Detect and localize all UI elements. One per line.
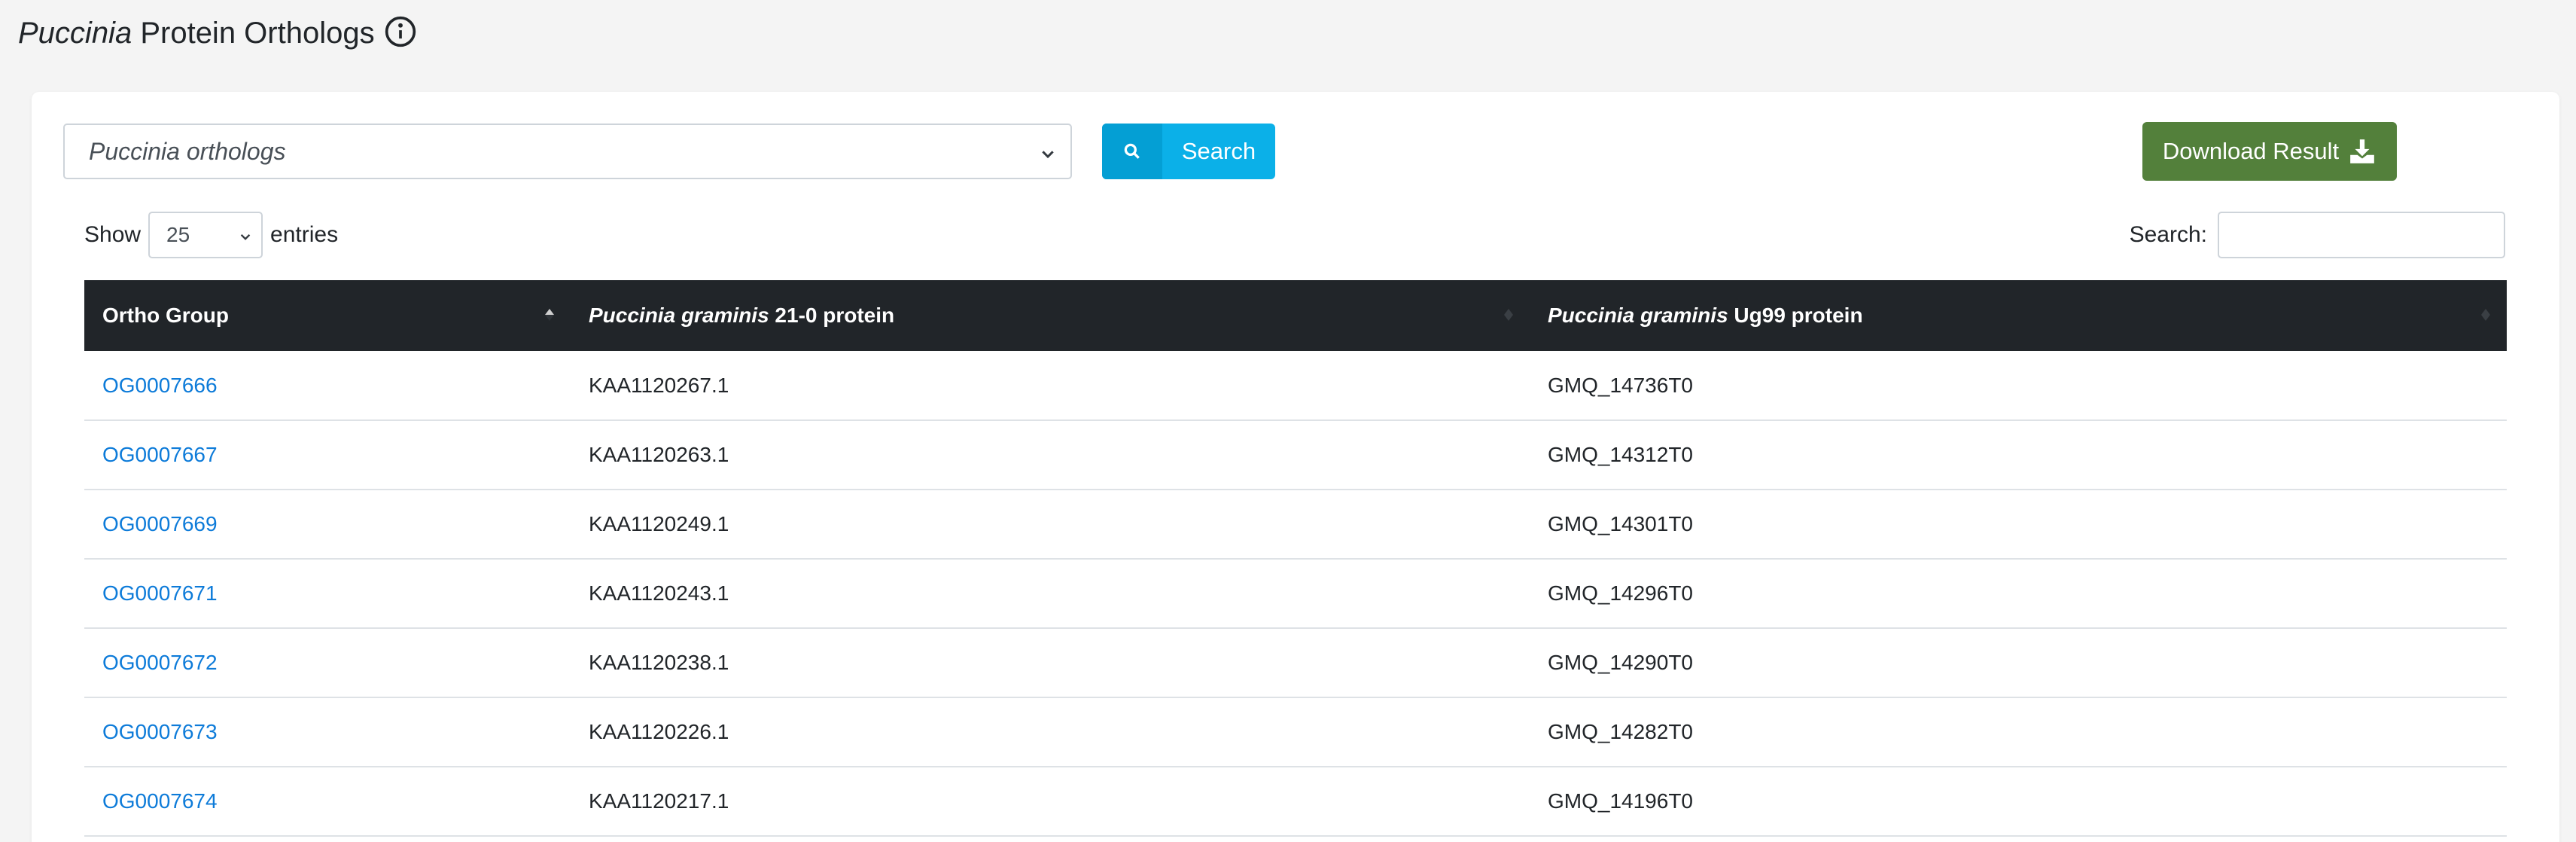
chevron-down-icon bbox=[240, 233, 251, 240]
search-button[interactable]: Search bbox=[1102, 124, 1275, 179]
protein-21-0-cell: KAA1120238.1 bbox=[589, 651, 729, 674]
protein-ug99-cell: GMQ_14301T0 bbox=[1548, 512, 1693, 535]
sort-icon bbox=[2481, 309, 2490, 321]
ortho-group-link[interactable]: OG0007669 bbox=[102, 512, 218, 535]
protein-ug99-cell: GMQ_14282T0 bbox=[1548, 720, 1693, 743]
protein-21-0-cell: KAA1120226.1 bbox=[589, 720, 729, 743]
search-icon bbox=[1102, 124, 1162, 179]
entries-label: entries bbox=[270, 222, 339, 247]
ortho-group-link[interactable]: OG0007666 bbox=[102, 374, 218, 397]
table-header-row: Ortho Group Puccinia graminis 21-0 prote… bbox=[84, 280, 2507, 351]
filter-label: Search: bbox=[2129, 222, 2207, 247]
page-title-genus: Puccinia bbox=[18, 17, 132, 50]
protein-ug99-cell: GMQ_14312T0 bbox=[1548, 443, 1693, 466]
table-row: OG0007674 KAA1120217.1 GMQ_14196T0 bbox=[84, 767, 2507, 836]
table-filter: Search: bbox=[2130, 211, 2505, 259]
download-button-label: Download Result bbox=[2162, 138, 2340, 164]
ortho-group-link[interactable]: OG0007674 bbox=[102, 789, 218, 813]
dataset-select-value: Puccinia orthologs bbox=[89, 137, 286, 165]
protein-21-0-cell: KAA1120267.1 bbox=[589, 373, 729, 397]
protein-21-0-cell: KAA1120243.1 bbox=[589, 581, 729, 605]
filter-input[interactable] bbox=[2218, 212, 2505, 258]
table-row: OG0007672 KAA1120238.1 GMQ_14290T0 bbox=[84, 628, 2507, 697]
search-button-label: Search bbox=[1181, 138, 1256, 164]
protein-ug99-cell: GMQ_14736T0 bbox=[1548, 373, 1693, 397]
protein-21-0-cell: KAA1120249.1 bbox=[589, 512, 729, 535]
dataset-select[interactable]: Puccinia orthologs bbox=[63, 124, 1072, 179]
column-header-ug99-protein[interactable]: Puccinia graminis Ug99 protein bbox=[1530, 280, 2507, 351]
table-row: OG0007669 KAA1120249.1 GMQ_14301T0 bbox=[84, 490, 2507, 559]
column-header-ortho-group[interactable]: Ortho Group bbox=[84, 280, 571, 351]
page-length-select[interactable]: 25 bbox=[148, 212, 263, 258]
sort-ascending-icon bbox=[545, 309, 554, 321]
page-title-text: Protein Orthologs bbox=[140, 17, 375, 50]
page-title: Puccinia Protein Orthologs bbox=[18, 15, 417, 50]
show-label: Show bbox=[84, 222, 142, 247]
ortho-group-link[interactable]: OG0007673 bbox=[102, 720, 218, 743]
download-result-button[interactable]: Download Result bbox=[2142, 122, 2397, 181]
table-row: OG0007666 KAA1120267.1 GMQ_14736T0 bbox=[84, 351, 2507, 420]
table-row: OG0007671 KAA1120243.1 GMQ_14296T0 bbox=[84, 559, 2507, 628]
page-length-control: Show 25 entries bbox=[84, 211, 338, 259]
chevron-down-icon bbox=[1042, 151, 1054, 159]
orthologs-table: Ortho Group Puccinia graminis 21-0 prote… bbox=[84, 280, 2507, 837]
table-row: OG0007673 KAA1120226.1 GMQ_14282T0 bbox=[84, 697, 2507, 767]
protein-21-0-cell: KAA1120217.1 bbox=[589, 789, 729, 813]
sort-icon bbox=[1504, 309, 1513, 321]
ortho-group-link[interactable]: OG0007672 bbox=[102, 651, 218, 674]
protein-ug99-cell: GMQ_14290T0 bbox=[1548, 651, 1693, 674]
ortho-group-link[interactable]: OG0007667 bbox=[102, 443, 218, 466]
info-icon[interactable] bbox=[384, 15, 417, 48]
protein-ug99-cell: GMQ_14296T0 bbox=[1548, 581, 1693, 605]
ortho-group-link[interactable]: OG0007671 bbox=[102, 581, 218, 605]
download-icon bbox=[2350, 139, 2375, 163]
column-header-21-0-protein[interactable]: Puccinia graminis 21-0 protein bbox=[571, 280, 1530, 351]
protein-ug99-cell: GMQ_14196T0 bbox=[1548, 789, 1693, 813]
table-row: OG0007667 KAA1120263.1 GMQ_14312T0 bbox=[84, 420, 2507, 490]
protein-21-0-cell: KAA1120263.1 bbox=[589, 443, 729, 466]
page-length-value: 25 bbox=[166, 223, 190, 246]
